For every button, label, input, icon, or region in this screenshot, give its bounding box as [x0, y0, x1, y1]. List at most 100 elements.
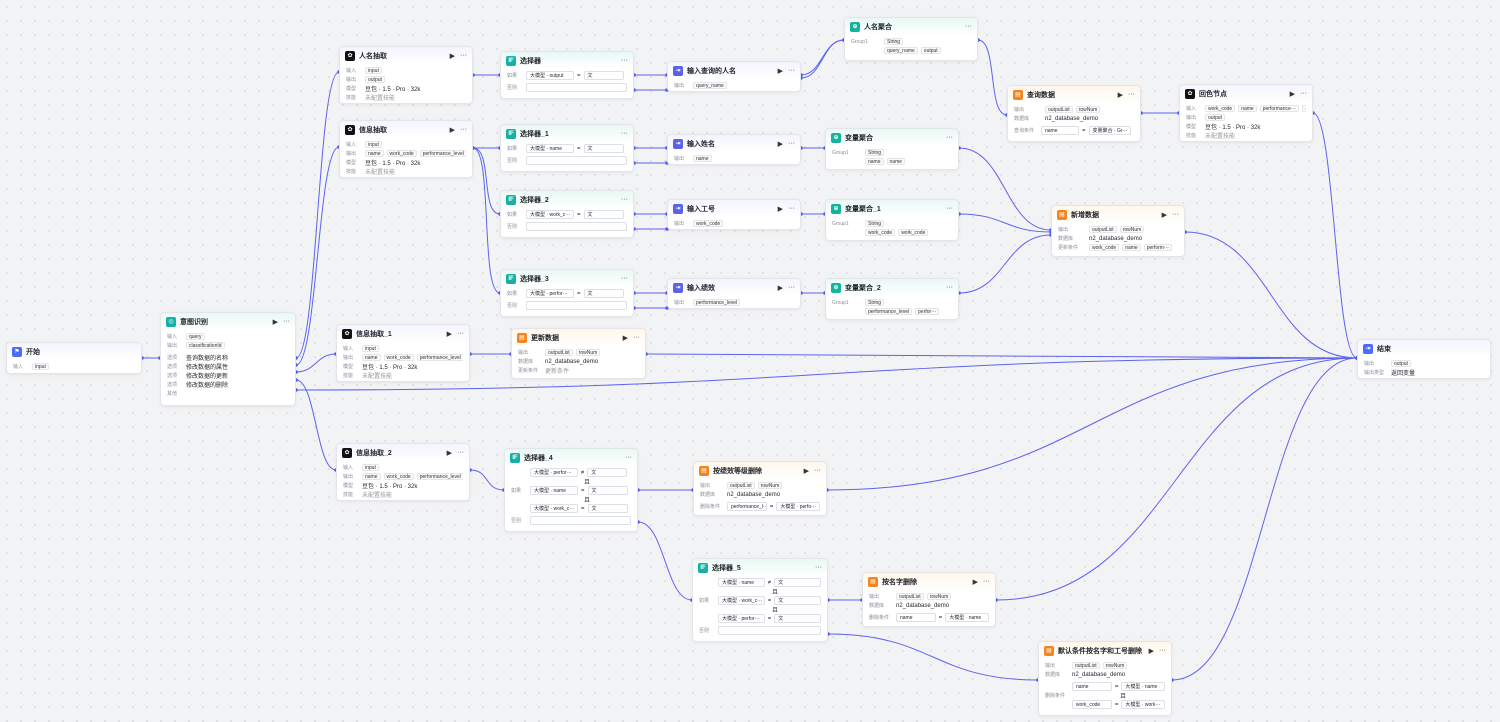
run-icon[interactable]: ▶	[1162, 211, 1167, 219]
llm-icon: ✿	[345, 124, 355, 135]
if-icon: IF	[506, 273, 516, 284]
more-icon[interactable]: ···	[946, 205, 953, 212]
more-icon[interactable]: ···	[621, 196, 628, 203]
edge-connector[interactable]	[977, 39, 1008, 116]
run-icon[interactable]: ▶	[273, 318, 278, 326]
edge-connector[interactable]	[295, 353, 337, 373]
edge-connector[interactable]	[645, 353, 1358, 359]
more-icon[interactable]: ···	[1300, 90, 1307, 98]
run-icon[interactable]: ▶	[447, 449, 452, 457]
node-query-db[interactable]: ▤ 查询数据 ▶ ··· 输出 outputList rowNum 数据库 n2_datab…	[1007, 85, 1141, 142]
more-icon[interactable]: ···	[946, 284, 953, 291]
more-icon[interactable]: ···	[460, 52, 467, 60]
edge-connector[interactable]	[472, 147, 501, 294]
more-icon[interactable]: ···	[460, 126, 467, 134]
node-selector-2[interactable]: IF 选择器_2 ··· 如果 大模型 · work_c··· = 文 否则	[500, 190, 634, 238]
edge-connector[interactable]	[295, 379, 337, 471]
node-input-query-name[interactable]: ⇥ 输入查询的人名 ▶ ··· 输出 query_name	[667, 61, 801, 92]
edge-connector[interactable]	[800, 39, 845, 79]
more-icon[interactable]: ···	[983, 578, 990, 586]
node-var-aggregate-1[interactable]: ⊕ 变量聚合_1 ··· Group1 String work_code work_co…	[825, 199, 959, 241]
node-input-name[interactable]: ⇥ 输入姓名 ▶ ··· 输出 name	[667, 134, 801, 165]
edge-connector[interactable]	[958, 147, 1052, 231]
run-icon[interactable]: ▶	[1149, 647, 1154, 655]
more-icon[interactable]: ···	[965, 23, 972, 30]
node-input-work-code[interactable]: ⇥ 输入工号 ▶ ··· 输出 work_code	[667, 199, 801, 230]
edge-connector[interactable]	[1171, 357, 1358, 681]
more-icon[interactable]: ···	[1128, 91, 1135, 99]
edge-connector[interactable]	[295, 71, 340, 359]
node-var-aggregate-2[interactable]: ⊕ 变量聚合_2 ··· Group1 String performance_leve…	[825, 278, 959, 320]
edge-connector[interactable]	[1312, 112, 1358, 359]
run-icon[interactable]: ▶	[1118, 91, 1123, 99]
run-icon[interactable]: ▶	[778, 140, 783, 148]
node-reply[interactable]: ✿回色节点▶··· 输入work_codenameperformance····…	[1179, 84, 1313, 142]
more-icon[interactable]: ···	[1172, 211, 1179, 219]
input-icon: ⇥	[673, 203, 683, 214]
database-icon: ▤	[1013, 89, 1023, 100]
node-end[interactable]: ⇥ 结束 输出 output 输出类型 返回变量	[1357, 339, 1491, 379]
run-icon[interactable]: ▶	[778, 284, 783, 292]
node-selector-1[interactable]: IF 选择器_1 ··· 如果 大模型 · name = 文 否则	[500, 124, 634, 172]
more-icon[interactable]: ···	[621, 275, 628, 282]
run-icon[interactable]: ▶	[973, 578, 978, 586]
node-delete-by-performance[interactable]: ▤ 按绩效等级删除 ▶ ··· 输出 outputList rowNum 数据库 n2_da…	[693, 461, 827, 516]
edge-connector[interactable]	[295, 146, 340, 366]
node-var-aggregate[interactable]: ⊕ 变量聚合 ··· Group1 String name name	[825, 128, 959, 170]
node-selector[interactable]: IF 选择器 ··· 如果 大模型 · output = 文 否则	[500, 51, 634, 99]
node-delete-by-name[interactable]: ▤ 按名字删除 ▶ ··· 输出 outputList rowNum 数据库 n2_data…	[862, 572, 996, 627]
run-icon[interactable]: ▶	[804, 467, 809, 475]
edge-connector[interactable]	[472, 147, 501, 215]
more-icon[interactable]: ···	[283, 318, 290, 326]
node-selector-3[interactable]: IF 选择器_3 ··· 如果 大模型 · perfor··· = 文 否则	[500, 269, 634, 317]
workflow-canvas[interactable]: ⚑ 开始 输入 input ◎ 意图识别 ▶ ··· 输入 query 输出 classifi…	[0, 0, 1500, 722]
run-icon[interactable]: ▶	[447, 330, 452, 338]
node-info-extract[interactable]: ✿ 信息抽取 ▶ ··· 输入 input 输出 name work_code perform…	[339, 120, 473, 178]
more-icon[interactable]: ···	[814, 467, 821, 475]
intent-icon: ◎	[166, 316, 176, 327]
node-update-db[interactable]: ▤ 更新数据 ▶ ··· 输出 outputList rowNum 数据库 n2_datab…	[511, 328, 646, 379]
edge-connector[interactable]	[800, 39, 845, 76]
run-icon[interactable]: ▶	[1290, 90, 1295, 98]
more-icon[interactable]: ···	[788, 284, 795, 292]
node-info-extract-1[interactable]: ✿ 信息抽取_1 ▶ ··· 输入 input 输出 name work_code perfo…	[336, 324, 470, 382]
more-icon[interactable]: ···	[633, 334, 640, 342]
start-icon: ⚑	[12, 346, 22, 357]
node-input-performance[interactable]: ⇥ 输入绩效 ▶ ··· 输出 performance_level	[667, 278, 801, 309]
node-info-extract-2[interactable]: ✿ 信息抽取_2 ▶ ··· 输入 input 输出 name work_code perfo…	[336, 443, 470, 501]
node-intent[interactable]: ◎ 意图识别 ▶ ··· 输入 query 输出 classificationId 选项查…	[160, 312, 296, 406]
more-icon[interactable]: ···	[788, 67, 795, 75]
node-selector-4[interactable]: IF 选择器_4 ··· 大模型 · perfor··· ≠ 文 且 如果 大模型 · n…	[504, 448, 638, 532]
edge-connector[interactable]	[469, 469, 505, 491]
node-delete-by-name-and-code[interactable]: ▤ 默认条件按名字和工号删除 ▶ ··· 输出 outputList rowNum 数据库…	[1038, 641, 1172, 716]
more-icon[interactable]: ···	[1159, 647, 1166, 655]
edge-connector[interactable]	[958, 213, 1052, 233]
more-icon[interactable]: ···	[621, 130, 628, 137]
node-name-aggregate[interactable]: ⊕ 人名聚合 ··· Group1 String query_name output	[844, 17, 978, 61]
run-icon[interactable]: ▶	[623, 334, 628, 342]
more-icon[interactable]: ···	[946, 134, 953, 141]
run-icon[interactable]: ▶	[778, 205, 783, 213]
run-icon[interactable]: ▶	[450, 126, 455, 134]
more-icon[interactable]: ···	[621, 57, 628, 64]
edge-connector[interactable]	[958, 234, 1052, 294]
more-icon[interactable]: ···	[457, 330, 464, 338]
edge-connector[interactable]	[637, 521, 693, 601]
aggregate-icon: ⊕	[831, 282, 841, 293]
node-add-db[interactable]: ▤ 新增数据 ▶ ··· 输出 outputList rowNum 数据库 n2_datab…	[1051, 205, 1185, 257]
more-icon[interactable]: ···	[788, 205, 795, 213]
run-icon[interactable]: ▶	[778, 67, 783, 75]
more-icon[interactable]: ···	[815, 564, 822, 571]
node-name-extract[interactable]: ✿ 人名抽取 ▶ ··· 输入 input 输出 output 模型 豆包 · 1.5 · …	[339, 46, 473, 104]
edge-connector[interactable]	[995, 357, 1358, 601]
run-icon[interactable]: ▶	[450, 52, 455, 60]
more-icon[interactable]: ···	[625, 454, 632, 461]
more-icon[interactable]: ···	[457, 449, 464, 457]
aggregate-icon: ⊕	[850, 21, 860, 32]
end-icon: ⇥	[1363, 343, 1373, 354]
edge-connector[interactable]	[1184, 231, 1358, 359]
node-selector-5[interactable]: IF 选择器_5 ··· 大模型 · name ≠ 文 且 如果 大模型 · work_c…	[692, 558, 828, 642]
node-start[interactable]: ⚑ 开始 输入 input	[6, 342, 142, 374]
edge-connector[interactable]	[827, 633, 1039, 681]
more-icon[interactable]: ···	[788, 140, 795, 148]
